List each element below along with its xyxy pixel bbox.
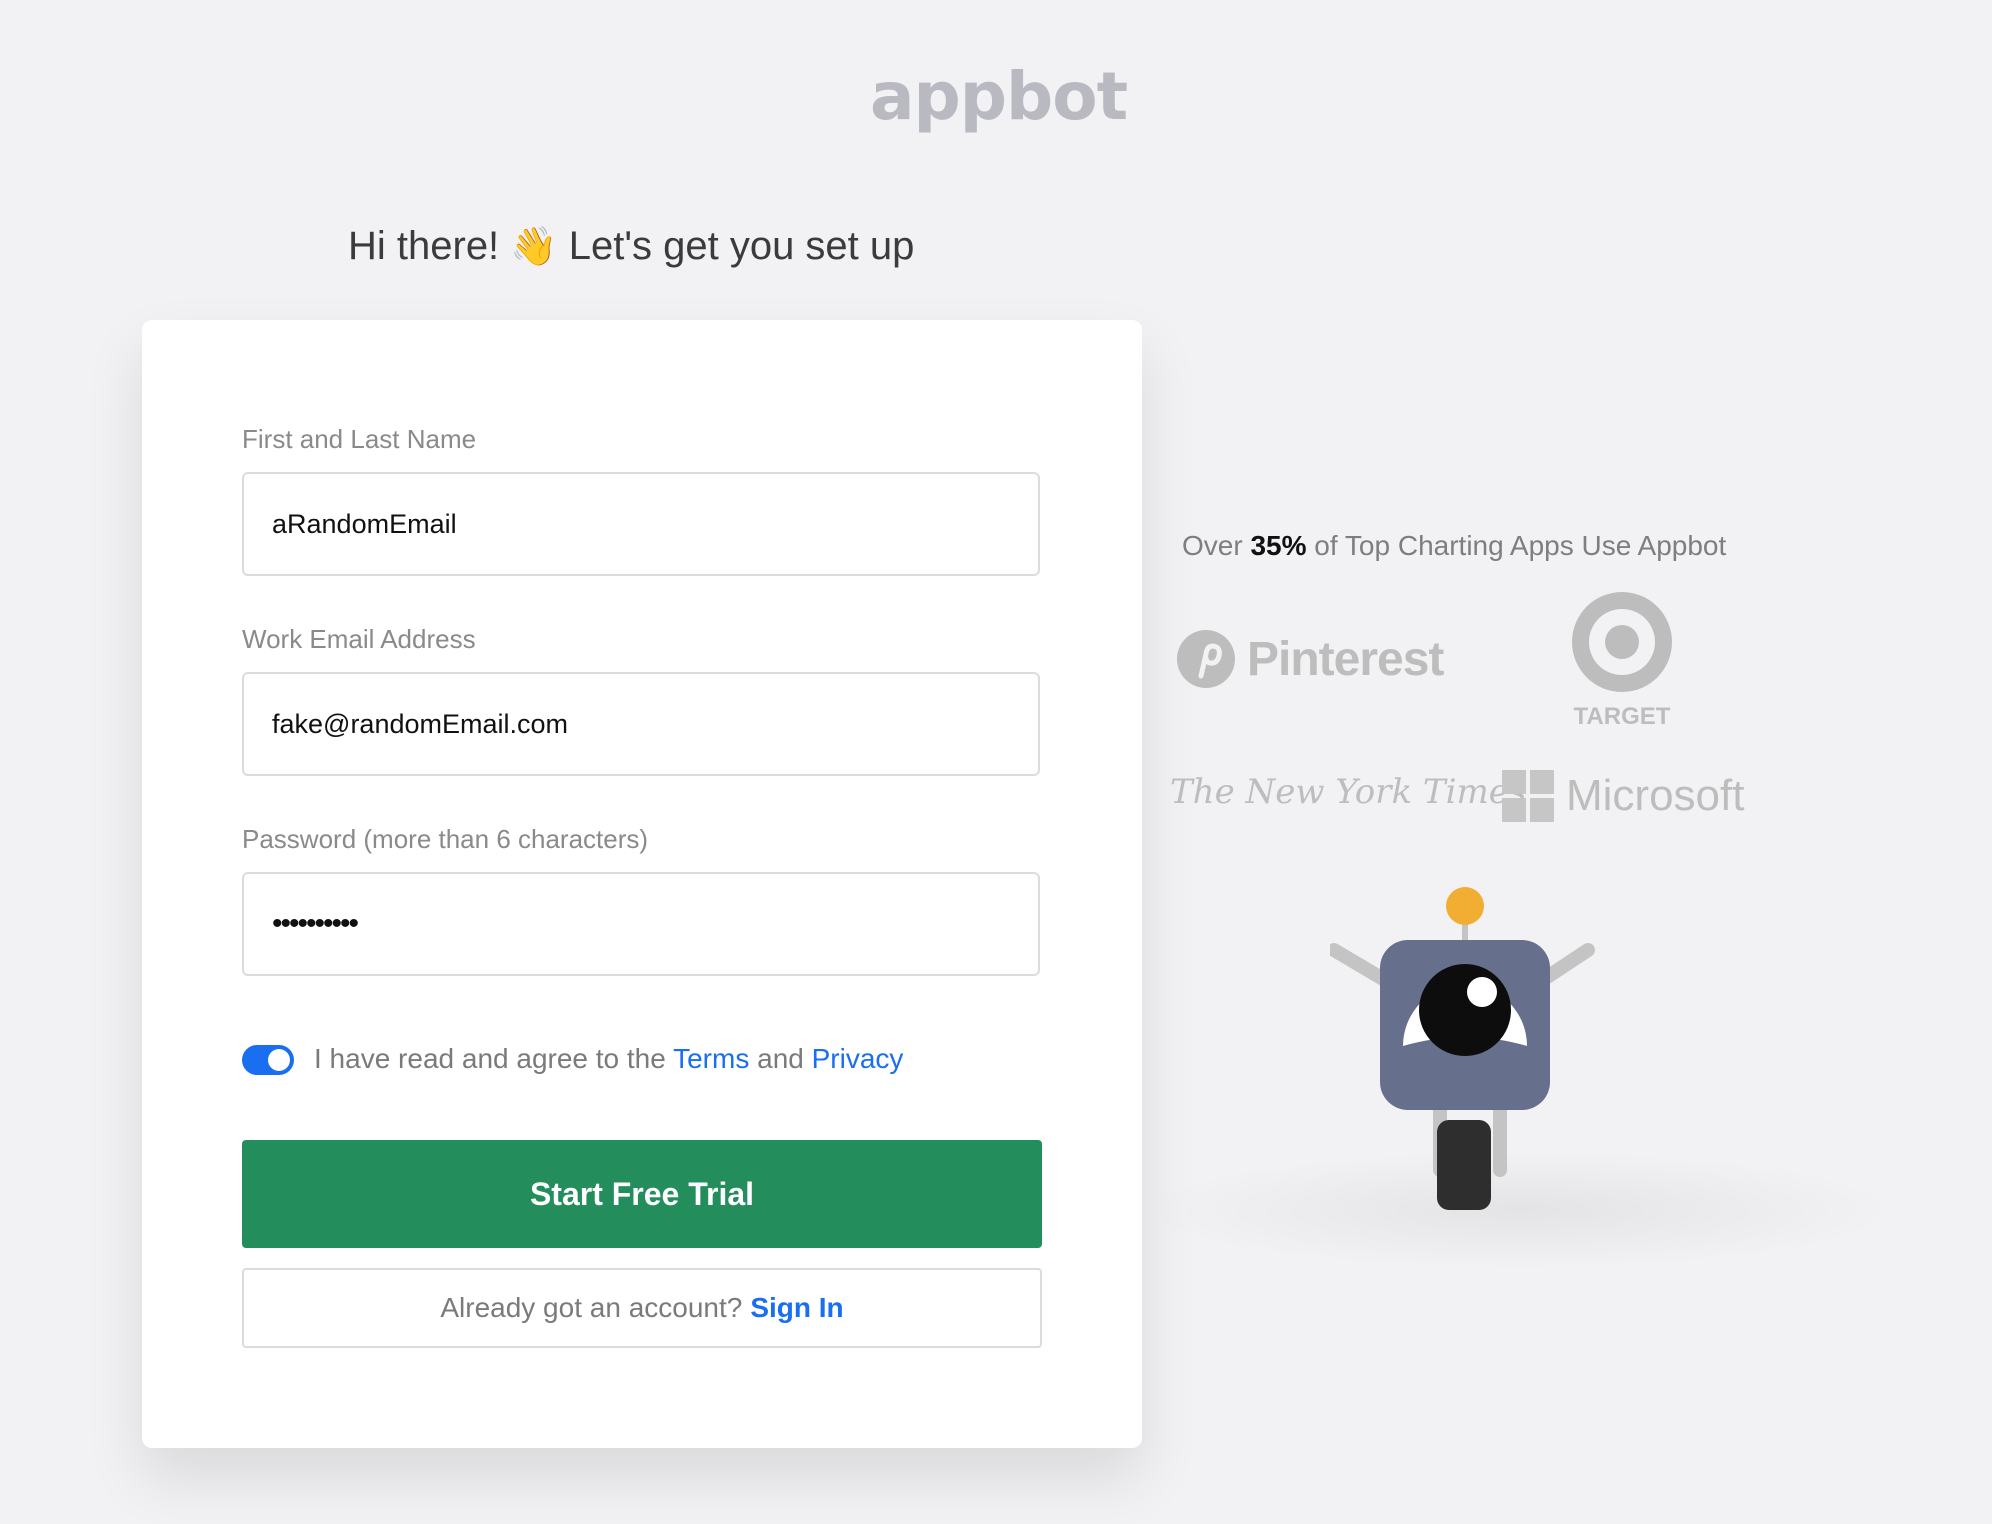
signup-card: First and Last Name Work Email Address P… (142, 320, 1142, 1448)
nyt-logo: The New York Times (1170, 772, 1527, 812)
microsoft-logo: Microsoft (1502, 770, 1744, 822)
agree-text: I have read and agree to the Terms and P… (314, 1043, 903, 1075)
subtitle: Let's get you set up (568, 224, 915, 268)
agree-and: and (757, 1043, 804, 1074)
signin-box: Already got an account? Sign In (242, 1268, 1042, 1348)
signin-prompt: Already got an account? (440, 1292, 743, 1323)
social-proof: Over 35% of Top Charting Apps Use Appbot (1182, 530, 1726, 562)
target-word: TARGET (1573, 703, 1671, 730)
social-suffix: of Top Charting Apps Use Appbot (1314, 530, 1727, 561)
name-label: First and Last Name (242, 424, 477, 454)
target-bullseye-icon (1572, 592, 1672, 692)
start-free-trial-button[interactable]: Start Free Trial (242, 1140, 1042, 1248)
pinterest-p-icon (1177, 630, 1235, 688)
toggle-knob (268, 1049, 290, 1071)
pinterest-word: Pinterest (1247, 632, 1444, 686)
social-prefix: Over (1182, 530, 1243, 561)
waving-hand-icon: 👋 (510, 224, 558, 268)
greeting: Hi there! (348, 224, 500, 268)
social-percent: 35% (1250, 530, 1307, 561)
target-logo: TARGET (1570, 590, 1674, 731)
pinterest-logo: Pinterest (1175, 624, 1444, 694)
terms-link[interactable]: Terms (673, 1043, 749, 1074)
page-title: Hi there! 👋 Let's get you set up (348, 224, 914, 269)
name-field[interactable] (242, 472, 1040, 576)
privacy-link[interactable]: Privacy (812, 1043, 904, 1074)
sign-in-link[interactable]: Sign In (750, 1292, 843, 1324)
email-label: Work Email Address (242, 624, 476, 654)
microsoft-word: Microsoft (1566, 771, 1745, 820)
microsoft-squares-icon (1502, 770, 1554, 822)
agree-prefix: I have read and agree to the (314, 1043, 666, 1074)
agree-toggle[interactable] (242, 1045, 294, 1075)
email-field[interactable] (242, 672, 1040, 776)
password-field[interactable]: •••••••••• (242, 872, 1040, 976)
robot-mascot (1330, 887, 1595, 1210)
password-label: Password (more than 6 characters) (242, 824, 649, 854)
appbot-logo: appbot (870, 58, 1128, 135)
